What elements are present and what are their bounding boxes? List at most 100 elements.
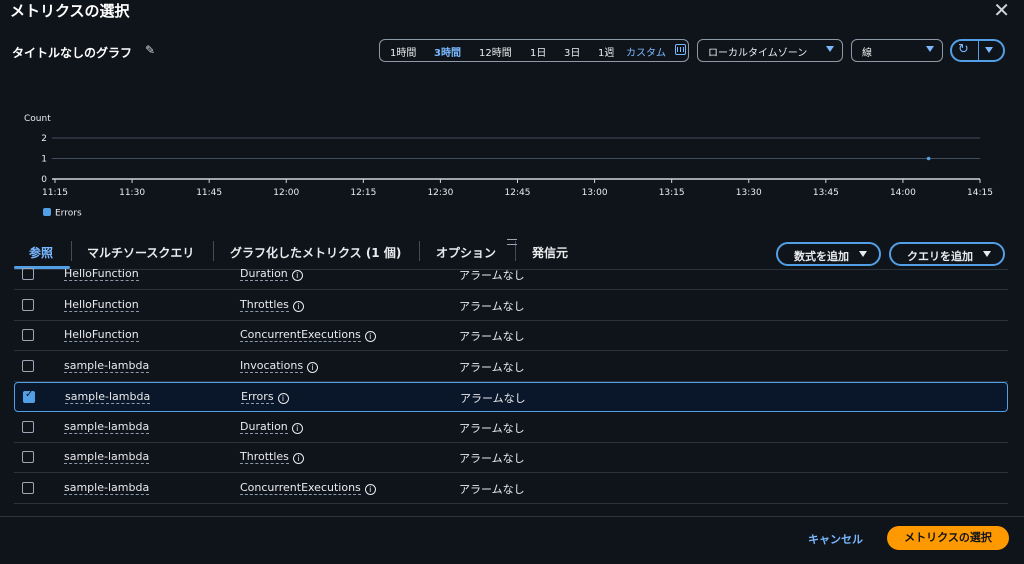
- metric-name[interactable]: Throttles: [240, 450, 289, 464]
- metric-name[interactable]: Errors: [241, 390, 274, 404]
- info-icon[interactable]: i: [364, 483, 376, 495]
- y-tick-label: 1: [41, 155, 47, 165]
- footer-divider: [0, 516, 1024, 517]
- x-tick-label: 12:15: [350, 188, 376, 198]
- x-tick-label: 12:00: [273, 188, 299, 198]
- x-tick-label: 13:45: [813, 188, 839, 198]
- tab-graphed-metrics[interactable]: グラフ化したメトリクス (1 個): [230, 244, 401, 261]
- info-icon[interactable]: i: [292, 300, 304, 312]
- alarm-status: アラームなし: [459, 299, 525, 313]
- function-name-link[interactable]: sample-lambda: [64, 450, 150, 464]
- tab-source[interactable]: 発信元: [532, 244, 568, 261]
- function-name-link[interactable]: sample-lambda: [65, 390, 151, 404]
- refresh-icon[interactable]: ↻: [958, 42, 969, 57]
- time-option-custom[interactable]: カスタム: [626, 44, 666, 59]
- tab-browse[interactable]: 参照: [29, 244, 53, 261]
- table-row[interactable]: HelloFunction Throttles i アラームなし: [14, 291, 1008, 321]
- table-row[interactable]: sample-lambda Invocations i アラームなし: [14, 352, 1008, 382]
- metrics-table: HelloFunction Duration i アラームなし HelloFunctio…: [0, 262, 1024, 512]
- info-icon[interactable]: i: [292, 453, 304, 464]
- time-option-3h[interactable]: 3時間: [434, 44, 461, 59]
- row-checkbox[interactable]: [22, 298, 34, 311]
- close-icon[interactable]: ✕: [993, 0, 1010, 22]
- info-icon[interactable]: i: [364, 331, 376, 342]
- x-tick-label: 13:15: [659, 188, 685, 198]
- alarm-status: アラームなし: [459, 452, 525, 465]
- metric-name[interactable]: Duration: [240, 267, 288, 281]
- cancel-button[interactable]: キャンセル: [808, 531, 863, 547]
- x-tick-label: 14:15: [967, 188, 993, 198]
- table-row[interactable]: HelloFunction Duration i アラームなし: [14, 262, 1008, 290]
- table-row[interactable]: sample-lambda Errorsi アラームなし: [14, 382, 1008, 412]
- alarm-status: アラームなし: [459, 330, 525, 343]
- info-icon[interactable]: i: [277, 393, 289, 404]
- function-name-link[interactable]: HelloFunction: [64, 298, 139, 312]
- metric-name[interactable]: Throttles: [240, 297, 289, 312]
- time-option-12h[interactable]: 12時間: [479, 44, 512, 59]
- timezone-select[interactable]: ローカルタイムゾーン: [697, 39, 843, 62]
- x-tick-label: 13:30: [736, 188, 762, 198]
- select-metrics-button[interactable]: メトリクスの選択: [887, 526, 1009, 550]
- function-name-link[interactable]: HelloFunction: [64, 267, 139, 281]
- metrics-chart: Count 0 1 2 11:15 11:30 11:45 12:00 12:15 12:30…: [24, 114, 993, 219]
- chevron-down-icon: [983, 251, 991, 257]
- modal-header: メトリクスの選択 ✕: [0, 0, 1024, 30]
- chevron-down-icon: [926, 46, 934, 52]
- metric-name-cell: Errors i: [241, 390, 289, 404]
- x-tick-label: 12:30: [427, 188, 453, 198]
- metric-name-cell: Duration i: [240, 267, 303, 281]
- tab-multi-source-query[interactable]: マルチソースクエリ: [87, 244, 194, 261]
- chevron-down-icon: [859, 251, 867, 257]
- time-option-1d[interactable]: 1日: [530, 44, 546, 59]
- calendar-icon[interactable]: [675, 44, 686, 55]
- time-range-selector: 1時間 3時間 12時間 1日 3日 1週 カスタム: [379, 39, 689, 62]
- chevron-down-icon: [826, 46, 834, 52]
- alarm-status: アラームなし: [459, 482, 525, 496]
- metric-name[interactable]: Duration: [240, 419, 288, 434]
- resize-handle-icon[interactable]: [507, 239, 517, 245]
- alarm-status: アラームなし: [459, 421, 525, 435]
- row-checkbox[interactable]: [22, 451, 34, 463]
- x-tick-label: 14:00: [890, 188, 916, 198]
- info-icon[interactable]: i: [291, 422, 303, 434]
- time-option-3d[interactable]: 3日: [564, 44, 580, 59]
- time-option-1h[interactable]: 1時間: [390, 44, 416, 59]
- refresh-options-caret-icon[interactable]: [985, 47, 993, 53]
- alarm-status: アラームなし: [459, 269, 525, 282]
- metric-name-cell: ConcurrentExecutions i: [240, 480, 376, 495]
- function-name-link[interactable]: sample-lambda: [64, 359, 150, 373]
- metric-name[interactable]: Invocations: [240, 358, 304, 373]
- row-checkbox[interactable]: [22, 420, 34, 433]
- tab-separator: [419, 241, 420, 261]
- chart-type-select[interactable]: 線: [851, 39, 943, 62]
- data-point-errors[interactable]: [926, 156, 931, 161]
- row-checkbox[interactable]: [23, 389, 35, 403]
- metric-name-cell: Duration i: [240, 419, 303, 434]
- table-row[interactable]: sample-lambda Throttles i アラームなし: [14, 443, 1008, 473]
- tab-options[interactable]: オプション: [436, 244, 496, 261]
- row-checkbox[interactable]: [22, 329, 34, 341]
- row-checkbox[interactable]: [22, 481, 34, 494]
- y-axis-label: Count: [24, 114, 51, 124]
- edit-pencil-icon[interactable]: ✎: [145, 43, 155, 57]
- info-icon[interactable]: i: [307, 361, 319, 373]
- row-checkbox[interactable]: [22, 359, 34, 372]
- metric-name-cell: ConcurrentExecutions i: [240, 328, 376, 342]
- y-tick-label: 0: [41, 175, 47, 185]
- refresh-divider: [978, 41, 979, 60]
- x-tick-label: 11:45: [196, 188, 222, 198]
- legend-label-errors: Errors: [55, 209, 82, 219]
- info-icon[interactable]: i: [291, 270, 303, 281]
- row-checkbox[interactable]: [22, 268, 34, 280]
- table-row[interactable]: sample-lambda ConcurrentExecutions i アラームなし: [14, 474, 1008, 504]
- function-name-link[interactable]: HelloFunction: [64, 328, 139, 342]
- function-name-link[interactable]: sample-lambda: [64, 481, 150, 495]
- metric-name[interactable]: ConcurrentExecutions: [240, 328, 361, 342]
- legend-swatch-errors: [43, 208, 51, 216]
- metric-name[interactable]: ConcurrentExecutions: [240, 480, 361, 495]
- table-row[interactable]: sample-lambda Duration i アラームなし: [14, 413, 1008, 443]
- refresh-button-group: ↻: [950, 39, 1005, 62]
- table-row[interactable]: HelloFunction ConcurrentExecutions i アラームなし: [14, 321, 1008, 351]
- time-option-1w[interactable]: 1週: [598, 44, 614, 59]
- function-name-link[interactable]: sample-lambda: [64, 420, 150, 434]
